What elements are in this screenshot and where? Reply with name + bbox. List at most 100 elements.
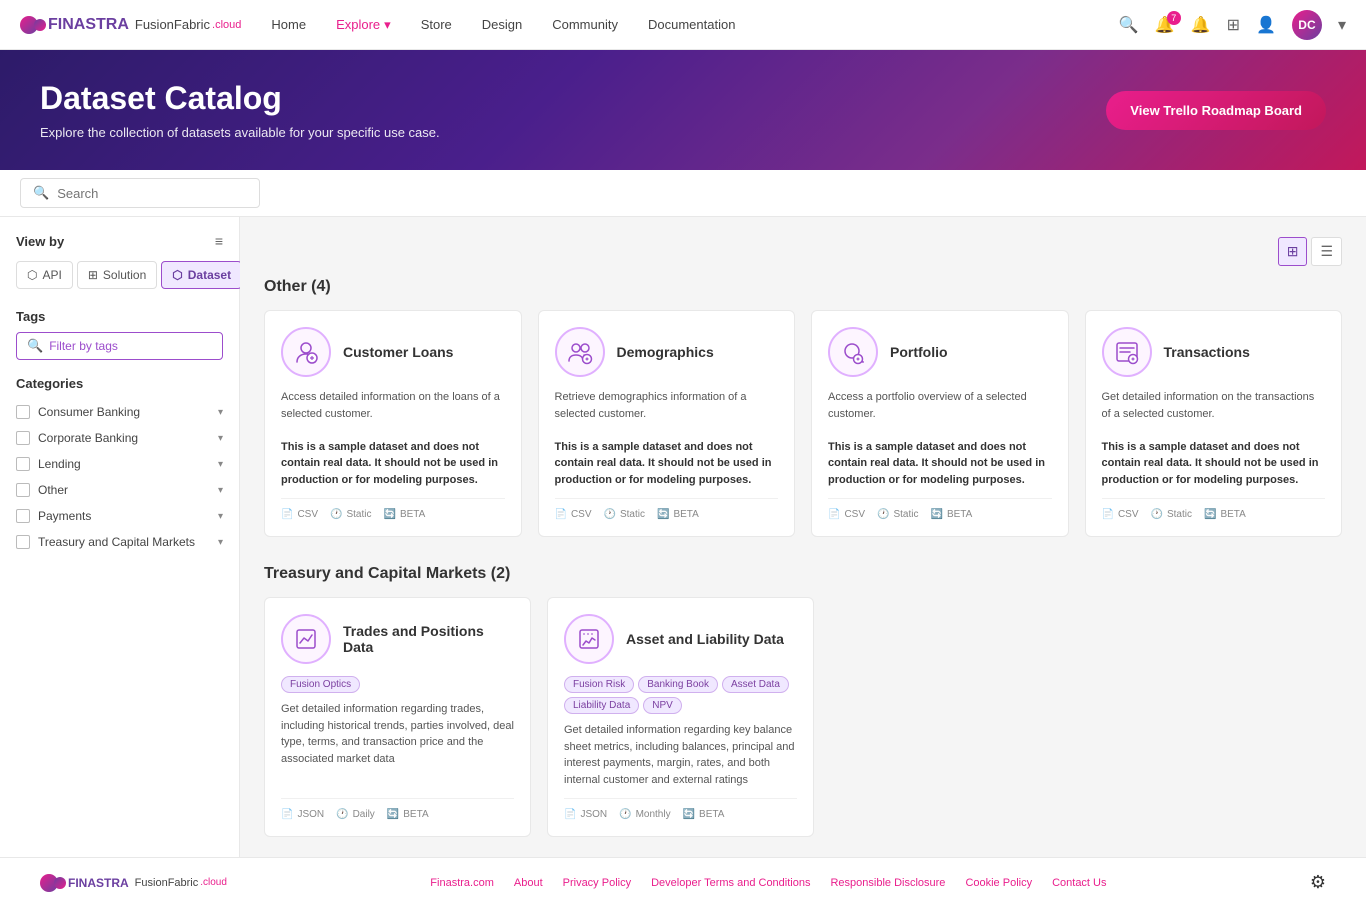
refresh-icon: 🔄 [657, 509, 669, 520]
nav-documentation[interactable]: Documentation [648, 17, 735, 32]
card-footer-transactions: 📄 CSV 🕐 Static 🔄 BETA [1102, 498, 1326, 520]
card-icon-transactions [1102, 327, 1152, 377]
footer-responsible-disclosure[interactable]: Responsible Disclosure [830, 877, 945, 889]
brand-logo[interactable]: FINASTRA FusionFabric .cloud [20, 16, 241, 34]
footer-developer-terms[interactable]: Developer Terms and Conditions [651, 877, 810, 889]
category-treasury[interactable]: Treasury and Capital Markets ▾ [16, 529, 223, 555]
clock-icon: 🕐 [330, 509, 342, 520]
category-payments[interactable]: Payments ▾ [16, 503, 223, 529]
tab-dataset[interactable]: ⬡ Dataset [161, 261, 242, 289]
treasury-section-heading: Treasury and Capital Markets (2) [264, 565, 1342, 583]
nav-explore[interactable]: Explore ▾ [336, 17, 391, 33]
nav-home[interactable]: Home [271, 17, 306, 32]
footer-contact-us[interactable]: Contact Us [1052, 877, 1106, 889]
categories-title: Categories [16, 376, 223, 391]
file-icon: 📄 [828, 509, 840, 520]
category-consumer-banking[interactable]: Consumer Banking ▾ [16, 399, 223, 425]
hero-section: Dataset Catalog Explore the collection o… [0, 50, 1366, 170]
content-area: ⊞ ☰ Other (4) Customer Loans [240, 217, 1366, 857]
card-transactions[interactable]: Transactions Get detailed information on… [1085, 310, 1343, 537]
card-icon-asset [564, 614, 614, 664]
card-trades-positions[interactable]: Trades and Positions Data Fusion Optics … [264, 597, 531, 837]
account-dropdown-button[interactable]: ▾ [1338, 15, 1346, 35]
nav-community[interactable]: Community [552, 17, 618, 32]
nav-icons: 🔍 🔔 7 🔔 ⊞ 👤 DC ▾ [1119, 10, 1346, 40]
hero-subtitle: Explore the collection of datasets avail… [40, 125, 440, 140]
nav-design[interactable]: Design [482, 17, 522, 32]
search-button[interactable]: 🔍 [1119, 15, 1139, 35]
card-portfolio[interactable]: Portfolio Access a portfolio overview of… [811, 310, 1069, 537]
grid-button[interactable]: ⊞ [1227, 15, 1240, 35]
checkbox-lending[interactable] [16, 457, 30, 471]
footer-privacy-policy[interactable]: Privacy Policy [563, 877, 631, 889]
chevron-treasury: ▾ [218, 537, 223, 548]
checkbox-consumer-banking[interactable] [16, 405, 30, 419]
tab-solution[interactable]: ⊞ Solution [77, 261, 157, 289]
footer-about[interactable]: About [514, 877, 543, 889]
card-desc-trades: Get detailed information regarding trade… [281, 701, 514, 788]
card-asset-liability[interactable]: Asset and Liability Data Fusion Risk Ban… [547, 597, 814, 837]
card-title-demographics: Demographics [617, 344, 714, 360]
main-layout: View by ≡ ⬡ API ⊞ Solution ⬡ Dataset Tag… [0, 217, 1366, 857]
search-input[interactable] [57, 186, 247, 201]
footer-links: Finastra.com About Privacy Policy Develo… [430, 877, 1106, 889]
chevron-consumer-banking: ▾ [218, 407, 223, 418]
card-customer-loans[interactable]: Customer Loans Access detailed informati… [264, 310, 522, 537]
footer-finastra-com[interactable]: Finastra.com [430, 877, 494, 889]
user-settings-button[interactable]: 👤 [1256, 15, 1276, 35]
footer-cookie-policy[interactable]: Cookie Policy [965, 877, 1032, 889]
card-footer-customer-loans: 📄 CSV 🕐 Static 🔄 BETA [281, 498, 505, 520]
card-title-trades: Trades and Positions Data [343, 623, 514, 655]
card-title-portfolio: Portfolio [890, 344, 948, 360]
view-tabs: ⬡ API ⊞ Solution ⬡ Dataset [16, 261, 223, 289]
alert-button[interactable]: 🔔 [1191, 15, 1211, 35]
view-by-header: View by ≡ [16, 233, 223, 249]
clock-icon: 🕐 [619, 809, 631, 820]
card-desc-asset: Get detailed information regarding key b… [564, 722, 797, 788]
filter-icon[interactable]: ≡ [215, 233, 223, 249]
card-icon-portfolio [828, 327, 878, 377]
other-section-heading: Other (4) [264, 278, 1342, 296]
nav-store[interactable]: Store [421, 17, 452, 32]
file-icon: 📄 [281, 809, 293, 820]
chevron-other: ▾ [218, 485, 223, 496]
card-demographics[interactable]: Demographics Retrieve demographics infor… [538, 310, 796, 537]
search-bar: 🔍 [0, 170, 1366, 217]
api-icon: ⬡ [27, 268, 37, 282]
brand-fusion: FusionFabric [135, 17, 210, 32]
tags-filter-input[interactable]: 🔍 Filter by tags [16, 332, 223, 360]
chevron-down-icon: ▾ [384, 17, 391, 33]
clock-icon: 🕐 [877, 509, 889, 520]
tag-asset-data: Asset Data [722, 676, 789, 693]
hero-title: Dataset Catalog [40, 80, 440, 117]
grid-view-button[interactable]: ⊞ [1278, 237, 1308, 266]
other-cards-grid: Customer Loans Access detailed informati… [264, 310, 1342, 537]
notification-bell-button[interactable]: 🔔 7 [1155, 15, 1175, 35]
checkbox-payments[interactable] [16, 509, 30, 523]
category-other[interactable]: Other ▾ [16, 477, 223, 503]
search-input-wrap[interactable]: 🔍 [20, 178, 260, 208]
card-desc-customer-loans: Access detailed information on the loans… [281, 389, 505, 488]
navbar: FINASTRA FusionFabric .cloud Home Explor… [0, 0, 1366, 50]
checkbox-treasury[interactable] [16, 535, 30, 549]
checkbox-corporate-banking[interactable] [16, 431, 30, 445]
avatar[interactable]: DC [1292, 10, 1322, 40]
format-meta: 📄 CSV [281, 509, 318, 520]
dataset-icon: ⬡ [172, 268, 182, 282]
category-lending[interactable]: Lending ▾ [16, 451, 223, 477]
card-title-customer-loans: Customer Loans [343, 344, 453, 360]
refresh-icon: 🔄 [387, 809, 399, 820]
treasury-cards-grid: Trades and Positions Data Fusion Optics … [264, 597, 814, 837]
github-icon[interactable]: ⚙ [1310, 872, 1326, 893]
clock-icon: 🕐 [336, 809, 348, 820]
tab-api[interactable]: ⬡ API [16, 261, 73, 289]
refresh-icon: 🔄 [383, 509, 395, 520]
trello-roadmap-button[interactable]: View Trello Roadmap Board [1106, 91, 1326, 130]
card-footer-trades: 📄 JSON 🕐 Daily 🔄 BETA [281, 798, 514, 820]
list-view-button[interactable]: ☰ [1311, 237, 1342, 266]
footer-logo: FINASTRA FusionFabric .cloud [40, 874, 227, 892]
checkbox-other[interactable] [16, 483, 30, 497]
category-corporate-banking[interactable]: Corporate Banking ▾ [16, 425, 223, 451]
search-icon: 🔍 [33, 185, 49, 201]
chevron-payments: ▾ [218, 511, 223, 522]
